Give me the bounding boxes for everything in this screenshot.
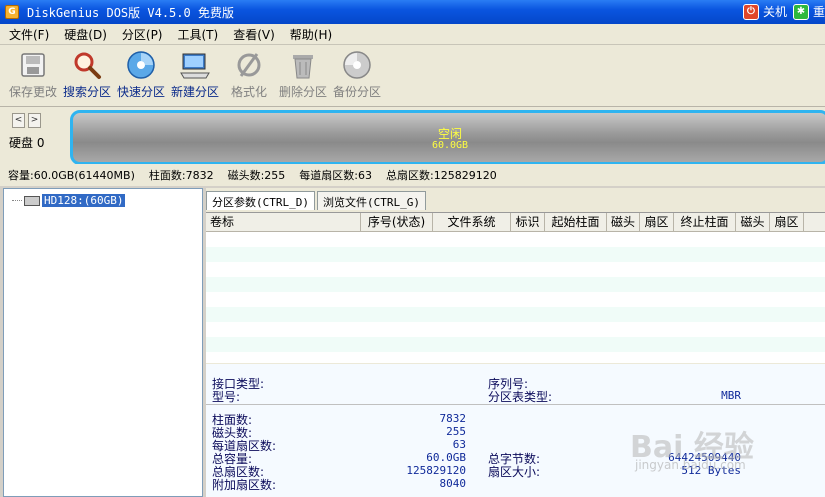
shutdown-label: 关机	[762, 5, 787, 19]
heads-info: 磁头数:255	[227, 169, 286, 182]
menu-help[interactable]: 帮助(H)	[281, 26, 338, 43]
table-row[interactable]	[206, 262, 825, 277]
window-title: DiskGenius DOS版 V4.5.0 免费版	[27, 5, 234, 20]
disk-bar: < > 硬盘 0 空闲 60.0GB	[0, 107, 825, 165]
tree-connector	[12, 200, 22, 201]
col-start-sector[interactable]: 扇区	[640, 213, 674, 231]
toolbar: 保存更改 搜索分区 快速分区 新建分区 格式化 删除分区 备份分区	[0, 45, 825, 107]
title-bar: G DiskGenius DOS版 V4.5.0 免费版 ⏻ 关机 ✱ 重	[0, 0, 825, 24]
quick-partition-button[interactable]: 快速分区	[114, 45, 168, 105]
col-end-sector[interactable]: 扇区	[770, 213, 804, 231]
sectors-per-track-info: 每道扇区数:63	[299, 169, 372, 182]
table-row[interactable]	[206, 322, 825, 337]
detail-heads-value: 255	[446, 425, 466, 438]
new-partition-button[interactable]: 新建分区	[168, 45, 222, 105]
app-logo-icon: G	[5, 5, 19, 19]
table-row[interactable]	[206, 277, 825, 292]
partition-size: 60.0GB	[431, 140, 469, 151]
table-row[interactable]	[206, 247, 825, 262]
delete-partition-button[interactable]: 删除分区	[276, 45, 330, 105]
shutdown-button[interactable]: ⏻ 关机	[742, 3, 787, 20]
hard-disk-icon	[24, 195, 40, 206]
partition-table-type-value: MBR	[721, 389, 741, 402]
col-end-head[interactable]: 磁头	[736, 213, 770, 231]
table-row[interactable]	[206, 337, 825, 352]
partition-table-type-label: 分区表类型:	[488, 390, 553, 404]
detail-cylinders-value: 7832	[439, 412, 467, 425]
model-label: 型号:	[212, 390, 241, 404]
prev-disk-button[interactable]: <	[12, 113, 25, 128]
col-start-head[interactable]: 磁头	[607, 213, 640, 231]
table-row[interactable]	[206, 292, 825, 307]
backup-disc-icon	[343, 51, 371, 79]
menu-disk[interactable]: 硬盘(D)	[55, 26, 113, 43]
detail-total-sectors-value: 125829120	[406, 464, 466, 477]
table-row[interactable]	[206, 307, 825, 322]
detail-sectors-per-track-value: 63	[452, 438, 466, 451]
partition-table: 卷标 序号(状态) 文件系统 标识 起始柱面 磁头 扇区 终止柱面 磁头 扇区	[206, 212, 825, 363]
disk-tree-pane: HD128:(60GB)	[3, 188, 203, 497]
restart-label: 重	[812, 5, 825, 19]
magnifier-icon	[74, 52, 101, 79]
details-divider	[206, 404, 825, 405]
detail-extra-sectors-value: 8040	[439, 477, 467, 490]
total-sectors-info: 总扇区数:125829120	[386, 169, 497, 182]
disk-info-bar: 容量:60.0GB(61440MB) 柱面数:7832 磁头数:255 每道扇区…	[0, 164, 825, 186]
baidu-watermark: Bai 经验 jingyan.baidu.com	[630, 418, 800, 478]
col-start-cylinder[interactable]: 起始柱面	[545, 213, 607, 231]
menu-bar: 文件(F) 硬盘(D) 分区(P) 工具(T) 查看(V) 帮助(H)	[0, 24, 825, 45]
watermark-url: jingyan.baidu.com	[635, 458, 746, 472]
save-changes-button[interactable]: 保存更改	[6, 45, 60, 105]
table-row[interactable]	[206, 232, 825, 247]
disk-label: 硬盘 0	[9, 136, 45, 150]
power-icon: ⏻	[742, 3, 759, 20]
tab-browse-files[interactable]: 浏览文件(CTRL_G)	[316, 191, 426, 210]
next-disk-button[interactable]: >	[28, 113, 41, 128]
col-filesystem[interactable]: 文件系统	[433, 213, 511, 231]
tree-node-label: HD128:(60GB)	[42, 194, 126, 207]
restart-button[interactable]: ✱ 重	[792, 3, 825, 20]
restart-icon: ✱	[792, 3, 809, 20]
detail-sector-size-label: 扇区大小:	[488, 465, 541, 479]
trash-icon	[293, 55, 313, 79]
save-icon	[21, 53, 45, 77]
partition-block-free[interactable]: 空闲 60.0GB	[70, 110, 825, 165]
col-volume-label[interactable]: 卷标	[206, 213, 361, 231]
menu-view[interactable]: 查看(V)	[224, 26, 281, 43]
search-partition-button[interactable]: 搜索分区	[60, 45, 114, 105]
menu-partition[interactable]: 分区(P)	[113, 26, 169, 43]
col-index-status[interactable]: 序号(状态)	[361, 213, 433, 231]
capacity-info: 容量:60.0GB(61440MB)	[8, 169, 135, 182]
col-id[interactable]: 标识	[511, 213, 545, 231]
menu-file[interactable]: 文件(F)	[0, 26, 55, 43]
detail-extra-sectors-label: 附加扇区数:	[212, 478, 277, 492]
menu-tools[interactable]: 工具(T)	[169, 26, 225, 43]
table-header: 卷标 序号(状态) 文件系统 标识 起始柱面 磁头 扇区 终止柱面 磁头 扇区	[206, 213, 825, 232]
format-icon	[237, 53, 261, 77]
tab-partition-params[interactable]: 分区参数(CTRL_D)	[206, 191, 315, 210]
backup-partition-button[interactable]: 备份分区	[330, 45, 384, 105]
computer-icon	[180, 53, 210, 79]
tree-node-hd128[interactable]: HD128:(60GB)	[12, 194, 126, 207]
detail-total-capacity-value: 60.0GB	[426, 451, 466, 464]
col-end-cylinder[interactable]: 终止柱面	[674, 213, 736, 231]
cylinders-info: 柱面数:7832	[148, 169, 214, 182]
disc-icon	[127, 51, 155, 79]
format-button[interactable]: 格式化	[222, 45, 276, 105]
